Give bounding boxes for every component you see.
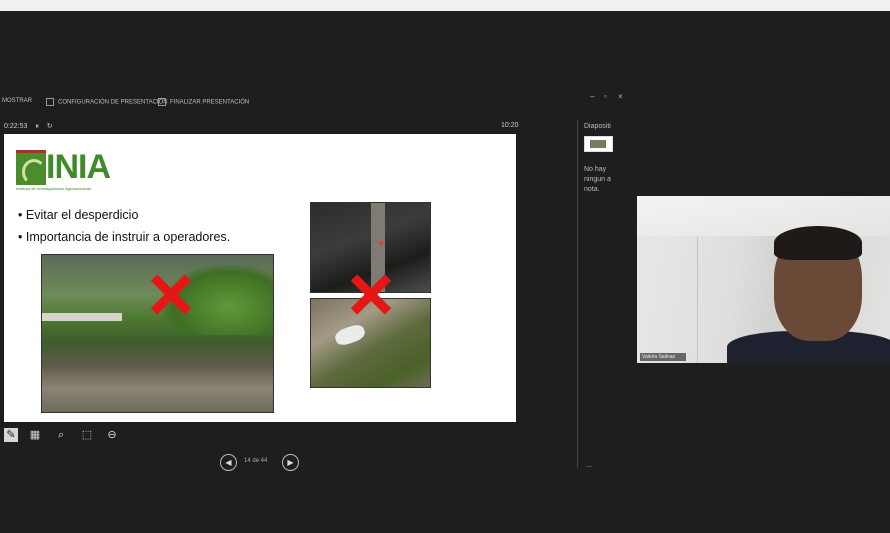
toolbar-setup-button[interactable]: CONFIGURACIÓN DE PRESENTACIÓN bbox=[46, 98, 168, 106]
toolbar-end-button[interactable]: FINALIZAR PRESENTACIÓN bbox=[158, 98, 249, 106]
toolbar-setup-label: CONFIGURACIÓN DE PRESENTACIÓN bbox=[58, 99, 168, 106]
monitor-icon bbox=[46, 98, 54, 106]
inia-logo: INIA Instituto de Investigaciones Agrope… bbox=[16, 146, 136, 192]
inia-logo-mark bbox=[16, 150, 46, 185]
chevron-left-icon[interactable]: ◀ bbox=[220, 454, 237, 471]
pipe-shape bbox=[42, 313, 122, 321]
pen-icon[interactable]: ✎ bbox=[4, 428, 18, 442]
toolbar-show-button[interactable]: MOSTRAR bbox=[2, 98, 32, 104]
minimize-button[interactable]: – bbox=[590, 92, 594, 101]
toolbar-end-label: FINALIZAR PRESENTACIÓN bbox=[170, 99, 250, 106]
next-slide-title: Diapositi bbox=[584, 123, 611, 130]
end-show-icon bbox=[158, 98, 166, 106]
presenter-toolbar: MOSTRAR CONFIGURACIÓN DE PRESENTACIÓN FI… bbox=[0, 96, 600, 108]
red-dot bbox=[379, 241, 383, 245]
slide-navigation: ◀ 14 de 44 ▶ bbox=[220, 454, 310, 471]
logo-text: INIA bbox=[46, 148, 111, 186]
zoom-icon[interactable]: ⌕ bbox=[54, 428, 68, 442]
notes-footer: — bbox=[586, 464, 592, 470]
participant-video: Valeria Salinas bbox=[637, 196, 890, 363]
notes-text: No hay ningun a nota. bbox=[584, 166, 611, 193]
water-splash bbox=[333, 322, 367, 348]
close-button[interactable]: × bbox=[618, 92, 623, 101]
person-hair bbox=[774, 226, 862, 260]
chevron-right-icon[interactable]: ▶ bbox=[282, 454, 299, 471]
more-icon[interactable]: ⊖ bbox=[105, 428, 119, 442]
clock: 10:20 bbox=[501, 122, 519, 129]
room-ceiling bbox=[637, 196, 890, 236]
current-slide: INIA Instituto de Investigaciones Agrope… bbox=[4, 134, 516, 422]
pointer-icon[interactable]: ⬚ bbox=[80, 428, 94, 442]
elapsed-timer: 0:22:53 ⏸ ↻ bbox=[4, 122, 59, 131]
slide-bullets: Evitar el desperdicio Importancia de ins… bbox=[18, 204, 230, 248]
bullet-item: Importancia de instruir a operadores. bbox=[18, 226, 230, 248]
red-x-icon bbox=[349, 274, 393, 314]
participant-name: Valeria Salinas bbox=[640, 353, 686, 361]
room-door bbox=[697, 236, 698, 363]
notes-divider[interactable] bbox=[577, 120, 578, 468]
red-x-icon bbox=[149, 274, 193, 314]
logo-tagline: Instituto de Investigaciones Agropecuari… bbox=[16, 186, 91, 191]
top-strip bbox=[0, 0, 890, 11]
maximize-button[interactable]: ▫ bbox=[604, 92, 607, 101]
slide-counter: 14 de 44 bbox=[244, 458, 268, 464]
elapsed-time: 0:22:53 bbox=[4, 123, 28, 130]
slides-grid-icon[interactable]: ▦ bbox=[28, 428, 42, 442]
bullet-item: Evitar el desperdicio bbox=[18, 204, 230, 226]
pause-icon[interactable]: ⏸ bbox=[35, 123, 39, 130]
next-slide-thumbnail[interactable] bbox=[584, 136, 613, 152]
reset-icon[interactable]: ↻ bbox=[47, 123, 53, 130]
